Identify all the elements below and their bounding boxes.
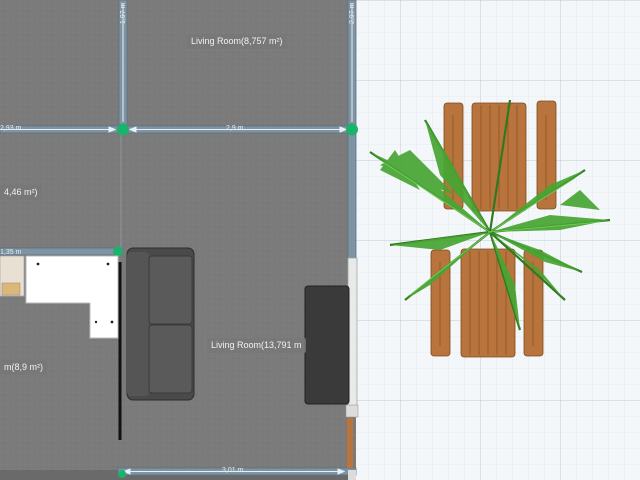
dimension-top-wall: 2,9 m	[226, 125, 244, 132]
room-label-living-main[interactable]: Living Room(13,791 m	[207, 338, 306, 353]
handle-3[interactable]	[113, 246, 123, 257]
handle-2[interactable]	[346, 123, 358, 136]
room-label-living-top[interactable]: Living Room(8,757 m²)	[187, 34, 287, 49]
tv-cabinet-icon[interactable]	[304, 285, 350, 405]
dimension-left-partial: 2,93 m	[0, 125, 22, 132]
window-frame	[345, 404, 359, 418]
floor-plan-canvas[interactable]: Living Room(8,757 m²) Living Room(13,791…	[0, 0, 640, 480]
handle-4[interactable]	[118, 470, 126, 478]
dimension-mid-left: 1,35 m	[0, 249, 22, 256]
door-bottom-frame	[348, 470, 356, 480]
dimension-bottom-wall: 3,01 m	[222, 467, 244, 474]
handle-1[interactable]	[117, 123, 129, 136]
dimension-right-wall: 2,97 m	[349, 2, 356, 24]
room-label-bottom-left[interactable]: m(8,9 m²)	[0, 360, 47, 375]
indoor-floor[interactable]	[0, 0, 356, 480]
room-label-left-partial[interactable]: 4,46 m²)	[0, 185, 42, 200]
sofa-icon[interactable]	[126, 247, 195, 401]
door-right-jamb[interactable]	[347, 418, 353, 468]
floor-plan-svg[interactable]	[0, 0, 640, 480]
dimension-left-wall: 1,97 m	[120, 2, 127, 24]
